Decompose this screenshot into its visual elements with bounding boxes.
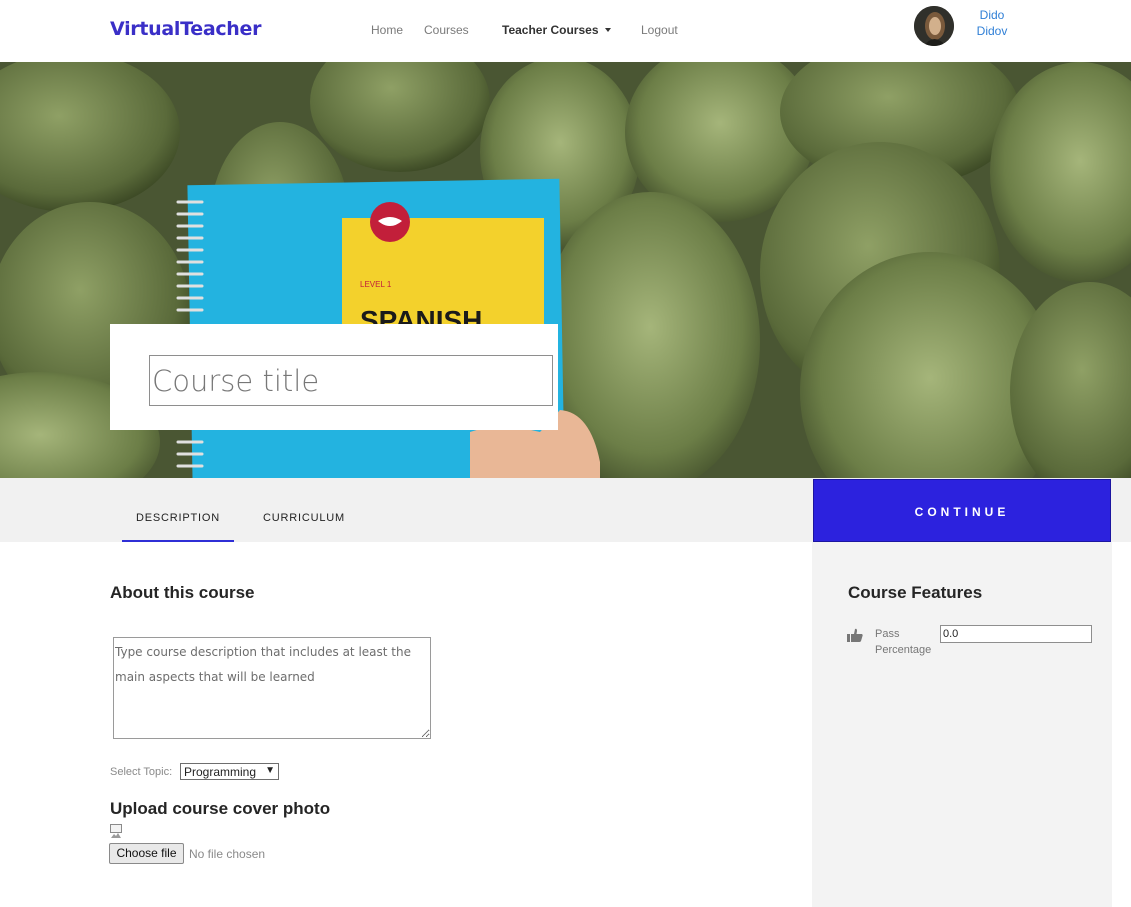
- course-description-textarea[interactable]: [113, 637, 431, 739]
- image-placeholder-icon: [110, 824, 122, 838]
- nav-courses-link[interactable]: Courses: [424, 23, 469, 37]
- user-first-name: Dido: [979, 8, 1005, 22]
- tab-description[interactable]: DESCRIPTION: [122, 478, 234, 542]
- course-hero-banner: LEVEL 1 SPANISH: [0, 62, 1131, 478]
- about-course-heading: About this course: [110, 583, 255, 602]
- user-name-link[interactable]: Dido Didov: [972, 7, 1012, 39]
- tab-curriculum[interactable]: CURRICULUM: [249, 478, 359, 542]
- no-file-chosen-text: No file chosen: [189, 847, 266, 861]
- course-title-input[interactable]: [149, 355, 553, 406]
- topic-label: Select Topic:: [110, 766, 173, 778]
- thumbs-up-icon: [847, 628, 863, 642]
- continue-button[interactable]: CONTINUE: [813, 479, 1111, 542]
- brand-logo[interactable]: VirtualTeacher: [110, 18, 261, 40]
- pass-percentage-label: Pass Percentage: [875, 628, 932, 656]
- course-features-heading: Course Features: [848, 583, 983, 602]
- dropdown-arrow-icon: ▼: [265, 765, 275, 776]
- caret-down-icon: [604, 27, 611, 32]
- course-features-sidebar: Course Features Pass Percentage: [812, 542, 1112, 907]
- choose-file-button[interactable]: Choose file: [109, 843, 184, 864]
- nav-home-link[interactable]: Home: [371, 23, 403, 37]
- top-navbar: VirtualTeacher Home Courses Teacher Cour…: [0, 0, 1131, 62]
- pass-percentage-input[interactable]: [940, 625, 1092, 643]
- nav-teacher-courses-dropdown[interactable]: Teacher Courses: [502, 23, 611, 37]
- user-last-name: Didov: [976, 24, 1008, 38]
- topic-select[interactable]: Programming ▼: [180, 763, 279, 780]
- user-avatar[interactable]: [914, 6, 954, 46]
- topic-selected-value: Programming: [184, 765, 257, 779]
- notebook-level-text: LEVEL 1: [360, 280, 392, 289]
- nav-logout-link[interactable]: Logout: [641, 23, 678, 37]
- course-title-card: [110, 324, 558, 430]
- nav-teacher-courses-label: Teacher Courses: [502, 23, 599, 37]
- upload-cover-heading: Upload course cover photo: [110, 799, 331, 818]
- avatar-photo: [914, 6, 954, 46]
